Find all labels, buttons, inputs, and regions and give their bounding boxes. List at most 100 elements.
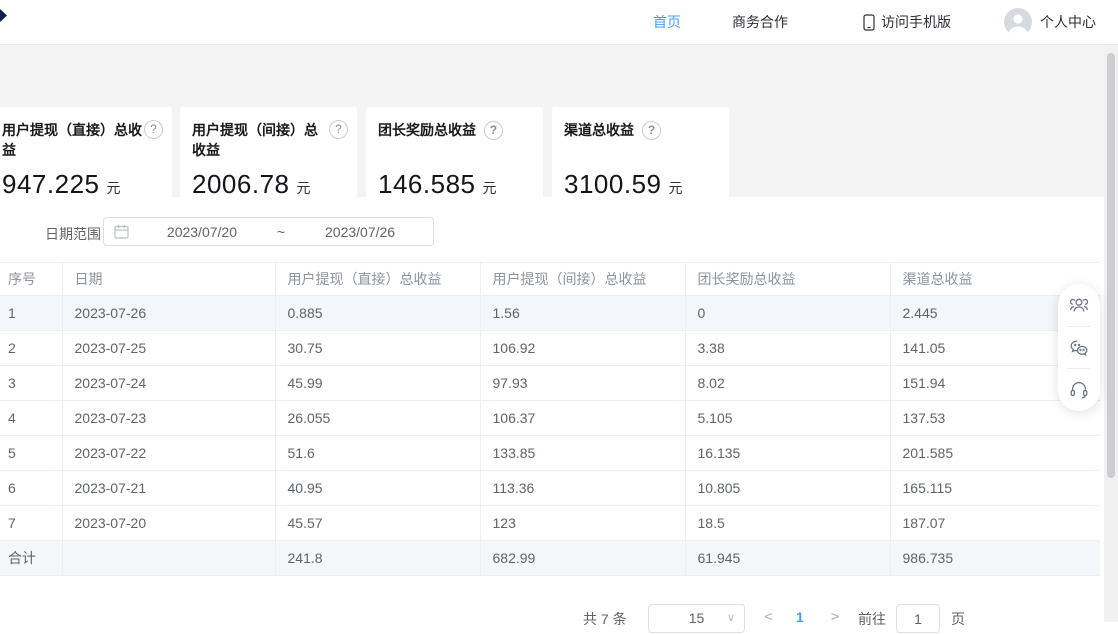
table-cell: 30.75 (275, 331, 480, 366)
table-cell: 187.07 (890, 506, 1100, 541)
table-cell: 5.105 (685, 401, 890, 436)
table-cell: 113.36 (480, 471, 685, 506)
table-cell: 45.57 (275, 506, 480, 541)
table-cell: 133.85 (480, 436, 685, 471)
question-icon[interactable]: ? (144, 120, 163, 139)
user-icon (1004, 8, 1032, 36)
group-icon[interactable] (1058, 284, 1100, 326)
stats-section: 用户提现（直接）总收益 ? 947.225元 用户提现（间接）总收益 ? 200… (0, 45, 1118, 197)
page-suffix-label: 页 (951, 609, 965, 629)
nav-item-profile[interactable]: 个人中心 (1040, 0, 1096, 44)
stat-value: 947.225元 (2, 169, 120, 200)
logo-fragment (0, 9, 7, 22)
nav-item-business[interactable]: 商务合作 (732, 0, 788, 44)
table-cell: 97.93 (480, 366, 685, 401)
table-cell: 40.95 (275, 471, 480, 506)
table-cell: 18.5 (685, 506, 890, 541)
table-cell (62, 541, 275, 576)
calendar-icon (114, 224, 129, 239)
table-cell: 241.8 (275, 541, 480, 576)
table-cell: 10.805 (685, 471, 890, 506)
stat-title: 用户提现（间接）总收益 (192, 120, 327, 160)
pagination-total: 共 7 条 (583, 609, 627, 629)
table-row: 52023-07-2251.6133.8516.135201.585 (0, 436, 1100, 471)
pagination-bar: 共 7 条 15 ∨ < 1 > 前往 页 (0, 604, 1100, 634)
table-cell: 8.02 (685, 366, 890, 401)
earnings-table: 序号日期用户提现（直接）总收益用户提现（间接）总收益团长奖励总收益渠道总收益 1… (0, 262, 1100, 576)
table-cell: 2023-07-25 (62, 331, 275, 366)
table-cell: 106.92 (480, 331, 685, 366)
table-cell: 4 (0, 401, 62, 436)
table-cell: 45.99 (275, 366, 480, 401)
column-header: 团长奖励总收益 (685, 263, 890, 296)
start-date-input[interactable]: 2023/07/20 (129, 224, 275, 240)
table-cell: 3 (0, 366, 62, 401)
page-size-select[interactable]: 15 ∨ (648, 604, 745, 633)
table-total-row: 合计 241.8682.9961.945986.735 (0, 541, 1100, 576)
table-cell: 1.56 (480, 296, 685, 331)
stat-value: 2006.78元 (192, 169, 310, 200)
table-cell: 201.585 (890, 436, 1100, 471)
date-range-picker[interactable]: 2023/07/20 ~ 2023/07/26 (103, 217, 434, 246)
table-cell: 合计 (0, 541, 62, 576)
stat-title: 用户提现（直接）总收益 (2, 120, 142, 160)
date-range-label: 日期范围 (45, 224, 101, 244)
table-cell: 61.945 (685, 541, 890, 576)
table-row: 72023-07-2045.5712318.5187.07 (0, 506, 1100, 541)
headset-icon[interactable] (1058, 369, 1100, 411)
column-header: 序号 (0, 263, 62, 296)
nav-item-label: 访问手机版 (881, 0, 951, 44)
table-row: 12023-07-260.8851.5602.445 (0, 296, 1100, 331)
table-cell: 16.135 (685, 436, 890, 471)
nav-item-mobile-version[interactable]: 访问手机版 (863, 0, 951, 44)
scrollbar-thumb[interactable] (1107, 53, 1115, 478)
stat-title: 渠道总收益? (564, 120, 717, 141)
table-cell: 165.115 (890, 471, 1100, 506)
question-icon[interactable]: ? (484, 121, 503, 140)
table-cell: 6 (0, 471, 62, 506)
table-cell: 51.6 (275, 436, 480, 471)
top-navbar: 首页 商务合作 访问手机版 个人中心 (0, 0, 1118, 45)
table-cell: 5 (0, 436, 62, 471)
table-row: 42023-07-2326.055106.375.105137.53 (0, 401, 1100, 436)
stat-value: 146.585元 (378, 169, 496, 200)
next-page-button[interactable]: > (831, 609, 839, 625)
column-header: 用户提现（间接）总收益 (480, 263, 685, 296)
side-tools-panel (1058, 284, 1100, 411)
question-icon[interactable]: ? (642, 121, 661, 140)
table-row: 22023-07-2530.75106.923.38141.05 (0, 331, 1100, 366)
prev-page-button[interactable]: < (764, 609, 772, 625)
table-cell: 106.37 (480, 401, 685, 436)
table-cell: 7 (0, 506, 62, 541)
end-date-input[interactable]: 2023/07/26 (287, 224, 433, 240)
scrollbar-track[interactable] (1104, 45, 1118, 622)
current-page-button[interactable]: 1 (796, 609, 804, 625)
goto-page-input[interactable] (896, 604, 940, 633)
nav-item-home[interactable]: 首页 (653, 0, 681, 44)
column-header: 日期 (62, 263, 275, 296)
table-cell: 26.055 (275, 401, 480, 436)
table-row: 32023-07-2445.9997.938.02151.94 (0, 366, 1100, 401)
chevron-down-icon: ∨ (727, 605, 735, 632)
goto-label: 前往 (858, 609, 886, 629)
column-header: 用户提现（直接）总收益 (275, 263, 480, 296)
table-cell: 1 (0, 296, 62, 331)
table-cell: 2023-07-21 (62, 471, 275, 506)
table-cell: 2023-07-20 (62, 506, 275, 541)
stat-value: 3100.59元 (564, 169, 682, 200)
question-icon[interactable]: ? (329, 120, 348, 139)
table-cell: 2 (0, 331, 62, 366)
table-cell: 2023-07-24 (62, 366, 275, 401)
table-cell: 2023-07-26 (62, 296, 275, 331)
stat-title: 团长奖励总收益? (378, 120, 531, 141)
table-cell: 986.735 (890, 541, 1100, 576)
table-cell: 2023-07-23 (62, 401, 275, 436)
wechat-icon[interactable] (1058, 327, 1100, 369)
table-cell: 3.38 (685, 331, 890, 366)
table-cell: 0 (685, 296, 890, 331)
table-cell: 682.99 (480, 541, 685, 576)
table-header: 序号日期用户提现（直接）总收益用户提现（间接）总收益团长奖励总收益渠道总收益 (0, 263, 1100, 296)
table-cell: 2023-07-22 (62, 436, 275, 471)
date-separator: ~ (275, 224, 287, 240)
avatar[interactable] (1004, 8, 1032, 36)
